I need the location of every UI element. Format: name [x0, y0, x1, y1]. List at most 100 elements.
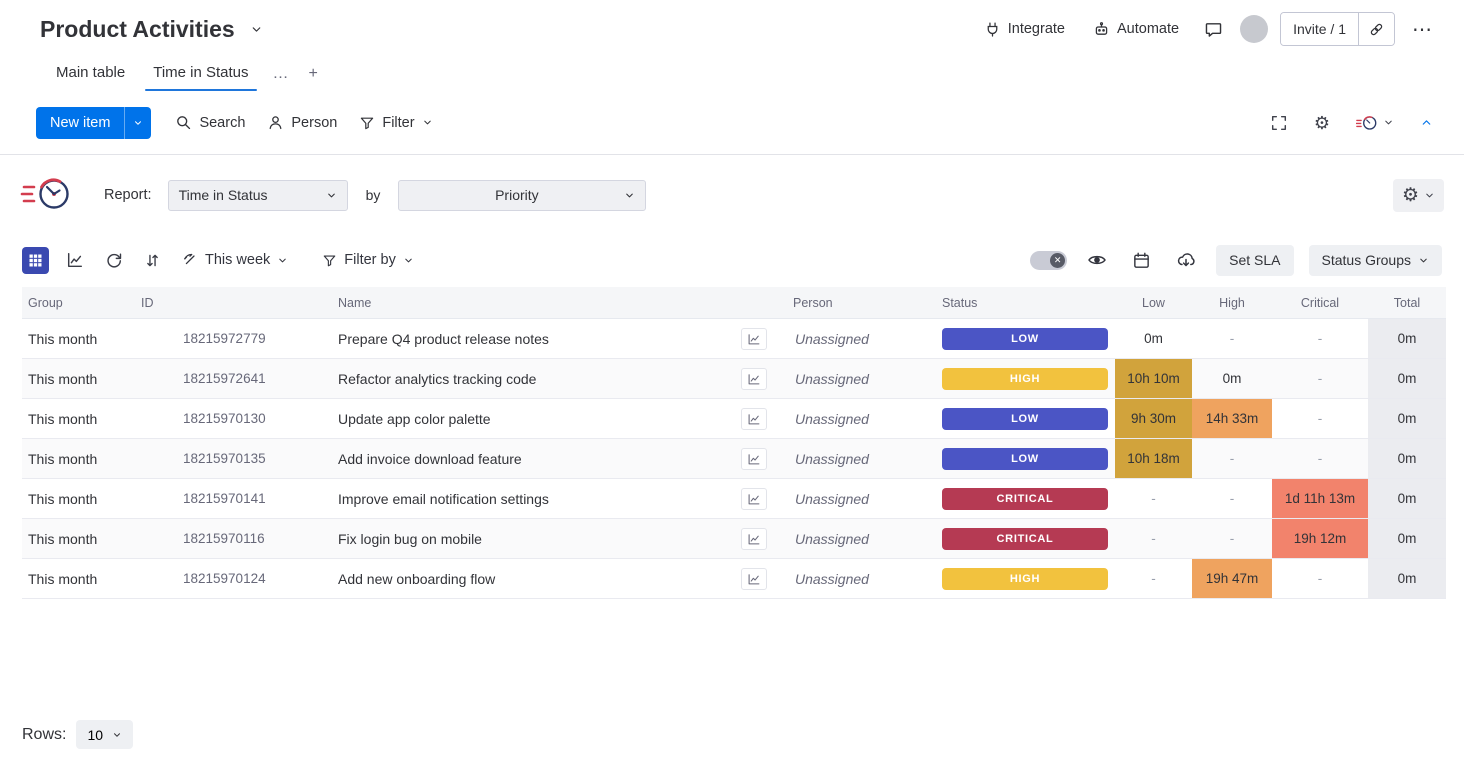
person-cell[interactable]: Unassigned	[775, 559, 935, 598]
total-cell: 0m	[1368, 439, 1446, 478]
high-text: -	[1230, 451, 1235, 466]
name-cell[interactable]: Refactor analytics tracking code	[330, 359, 775, 398]
id-text: 18215970130	[183, 411, 266, 426]
low-text: 9h 30m	[1131, 411, 1176, 426]
invite-button[interactable]: Invite / 1	[1281, 13, 1358, 45]
name-text: Update app color palette	[338, 411, 491, 427]
updates-bubble-icon[interactable]	[1199, 15, 1228, 44]
row-chart-icon[interactable]	[741, 488, 767, 510]
copy-link-button[interactable]	[1358, 13, 1394, 45]
high-cell: 19h 47m	[1192, 559, 1272, 598]
filter-by-icon	[322, 253, 337, 268]
sort-button[interactable]	[139, 247, 166, 274]
id-cell: 18215972779	[135, 319, 330, 358]
person-cell[interactable]: Unassigned	[775, 519, 935, 558]
set-sla-button[interactable]: Set SLA	[1216, 245, 1293, 276]
fullscreen-icon[interactable]	[1265, 109, 1293, 137]
low-text: -	[1151, 571, 1156, 586]
name-cell[interactable]: Add new onboarding flow	[330, 559, 775, 598]
name-cell[interactable]: Update app color palette	[330, 399, 775, 438]
status-groups-button[interactable]: Status Groups	[1309, 245, 1443, 276]
group-by-select[interactable]: Priority	[398, 180, 646, 211]
grid-icon	[28, 253, 43, 268]
high-cell: -	[1192, 519, 1272, 558]
status-cell[interactable]: CRITICAL	[935, 479, 1115, 518]
row-chart-icon[interactable]	[741, 408, 767, 430]
period-select[interactable]: This week	[178, 248, 292, 272]
high-cell: 0m	[1192, 359, 1272, 398]
total-cell: 0m	[1368, 399, 1446, 438]
board-settings-gear-icon[interactable]: ⚙	[1309, 109, 1335, 137]
rows-per-page-select[interactable]: 10	[76, 720, 133, 749]
by-label: by	[366, 187, 381, 203]
table-row[interactable]: This month 18215972779 Prepare Q4 produc…	[22, 319, 1446, 359]
automate-button[interactable]: Automate	[1085, 15, 1187, 44]
row-chart-icon[interactable]	[741, 568, 767, 590]
compact-toggle[interactable]: ✕	[1030, 251, 1067, 270]
tab-overflow-icon[interactable]: …	[265, 61, 297, 91]
name-cell[interactable]: Add invoice download feature	[330, 439, 775, 478]
row-chart-icon[interactable]	[741, 328, 767, 350]
name-cell[interactable]: Prepare Q4 product release notes	[330, 319, 775, 358]
app-settings-button[interactable]: ⚙	[1393, 179, 1444, 212]
table-row[interactable]: This month 18215970130 Update app color …	[22, 399, 1446, 439]
status-cell[interactable]: LOW	[935, 319, 1115, 358]
tab-main-table[interactable]: Main table	[44, 59, 137, 91]
person-text: Unassigned	[795, 571, 869, 587]
status-cell[interactable]: HIGH	[935, 559, 1115, 598]
filter-by-button[interactable]: Filter by	[318, 248, 418, 272]
table-row[interactable]: This month 18215972641 Refactor analytic…	[22, 359, 1446, 399]
person-cell[interactable]: Unassigned	[775, 359, 935, 398]
board-menu-icon[interactable]: ⋯	[1407, 12, 1438, 47]
grid-view-button[interactable]	[22, 247, 49, 274]
person-cell[interactable]: Unassigned	[775, 479, 935, 518]
status-cell[interactable]: LOW	[935, 439, 1115, 478]
eye-icon[interactable]	[1082, 245, 1112, 275]
tab-time-in-status[interactable]: Time in Status	[141, 59, 260, 91]
status-cell[interactable]: LOW	[935, 399, 1115, 438]
filter-button[interactable]: Filter	[351, 109, 440, 137]
name-cell[interactable]: Improve email notification settings	[330, 479, 775, 518]
status-cell[interactable]: CRITICAL	[935, 519, 1115, 558]
table-row[interactable]: This month 18215970124 Add new onboardin…	[22, 559, 1446, 599]
name-cell[interactable]: Fix login bug on mobile	[330, 519, 775, 558]
table-header: Group ID Name Person Status Low High Cri…	[22, 287, 1446, 319]
table-row[interactable]: This month 18215970135 Add invoice downl…	[22, 439, 1446, 479]
high-text: 0m	[1223, 371, 1242, 386]
person-text: Unassigned	[795, 371, 869, 387]
person-cell[interactable]: Unassigned	[775, 439, 935, 478]
report-type-select[interactable]: Time in Status	[168, 180, 348, 211]
new-item-chevron-icon[interactable]	[124, 107, 151, 139]
chart-view-button[interactable]	[61, 247, 88, 274]
new-item-button[interactable]: New item	[36, 107, 124, 139]
status-badge: HIGH	[942, 368, 1108, 390]
user-avatar[interactable]	[1240, 15, 1268, 43]
name-text: Prepare Q4 product release notes	[338, 331, 549, 347]
status-cell[interactable]: HIGH	[935, 359, 1115, 398]
export-cloud-icon[interactable]	[1171, 245, 1201, 275]
person-text: Unassigned	[795, 491, 869, 507]
id-cell: 18215970130	[135, 399, 330, 438]
person-cell[interactable]: Unassigned	[775, 399, 935, 438]
group-text: This month	[28, 571, 97, 587]
calendar-icon[interactable]	[1127, 246, 1156, 275]
collapse-toolbar-icon[interactable]	[1415, 111, 1438, 134]
table-row[interactable]: This month 18215970116 Fix login bug on …	[22, 519, 1446, 559]
search-label: Search	[199, 115, 245, 131]
search-button[interactable]: Search	[167, 108, 253, 137]
row-chart-icon[interactable]	[741, 368, 767, 390]
person-filter-button[interactable]: Person	[259, 108, 345, 137]
critical-text: -	[1318, 371, 1323, 386]
time-in-status-logo	[20, 173, 78, 217]
table-row[interactable]: This month 18215970141 Improve email not…	[22, 479, 1446, 519]
row-chart-icon[interactable]	[741, 448, 767, 470]
integrate-button[interactable]: Integrate	[976, 15, 1073, 44]
filter-by-label: Filter by	[344, 252, 396, 268]
row-chart-icon[interactable]	[741, 528, 767, 550]
filter-chevron-icon	[422, 117, 433, 128]
board-title-chevron-icon[interactable]	[245, 18, 268, 41]
refresh-button[interactable]	[100, 247, 127, 274]
person-cell[interactable]: Unassigned	[775, 319, 935, 358]
view-switcher-button[interactable]	[1351, 108, 1399, 138]
add-view-icon[interactable]: +	[301, 61, 326, 91]
